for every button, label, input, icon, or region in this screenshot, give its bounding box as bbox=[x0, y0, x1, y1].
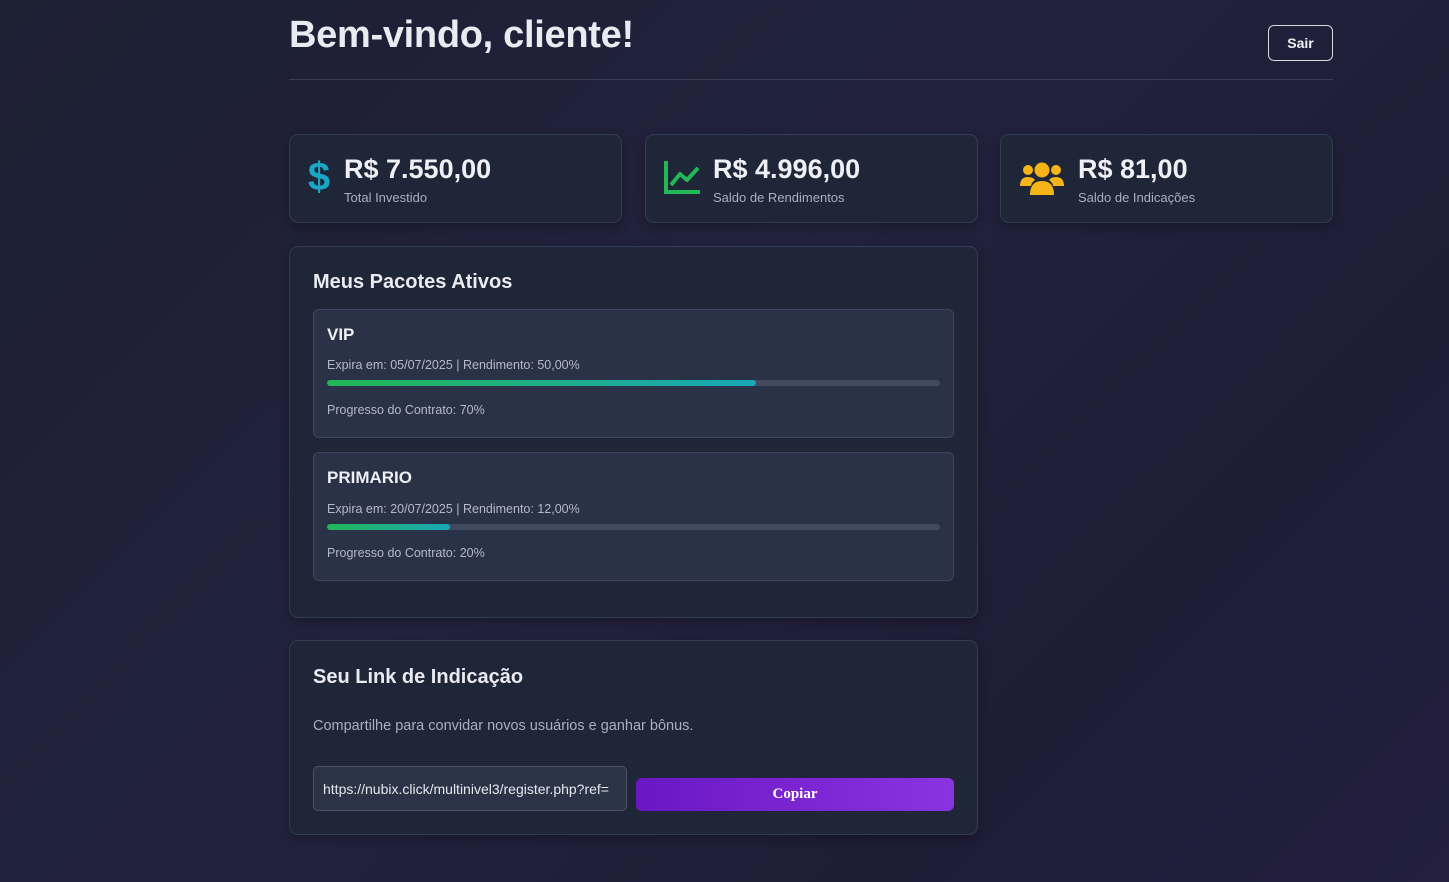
stat-card-referral-balance: R$ 81,00 Saldo de Indicações bbox=[1000, 134, 1333, 223]
copy-button[interactable]: Copiar bbox=[636, 778, 954, 811]
progress-fill bbox=[327, 524, 450, 530]
panel-title: Seu Link de Indicação bbox=[313, 666, 524, 688]
header: Bem-vindo, cliente! Sair bbox=[289, 0, 1333, 80]
stat-card-yield-balance: R$ 4.996,00 Saldo de Rendimentos bbox=[645, 134, 978, 223]
package-card-primario: PRIMARIO Expira em: 20/07/2025 | Rendime… bbox=[313, 452, 954, 581]
chart-line-icon bbox=[663, 159, 701, 200]
stat-value: R$ 7.550,00 bbox=[344, 154, 492, 184]
package-name: PRIMARIO bbox=[327, 468, 412, 487]
referral-panel: Seu Link de Indicação Compartilhe para c… bbox=[289, 640, 978, 835]
stat-card-total-invested: $ R$ 7.550,00 Total Investido bbox=[289, 134, 622, 223]
stat-label: Saldo de Rendimentos bbox=[713, 190, 845, 205]
stat-value: R$ 4.996,00 bbox=[713, 154, 861, 184]
users-icon bbox=[1019, 159, 1065, 202]
stat-value: R$ 81,00 bbox=[1078, 154, 1188, 184]
referral-description: Compartilhe para convidar novos usuários… bbox=[313, 718, 694, 734]
package-info: Expira em: 20/07/2025 | Rendimento: 12,0… bbox=[327, 502, 580, 516]
package-name: VIP bbox=[327, 325, 355, 344]
active-packages-panel: Meus Pacotes Ativos VIP Expira em: 05/07… bbox=[289, 246, 978, 618]
referral-link-input[interactable] bbox=[313, 766, 627, 811]
stat-label: Total Investido bbox=[344, 190, 428, 205]
page-title: Bem-vindo, cliente! bbox=[289, 14, 634, 56]
panel-title: Meus Pacotes Ativos bbox=[313, 271, 513, 293]
dollar-icon: $ bbox=[306, 155, 332, 202]
package-card-vip: VIP Expira em: 05/07/2025 | Rendimento: … bbox=[313, 309, 954, 438]
progress-bar bbox=[327, 524, 940, 530]
stat-label: Saldo de Indicações bbox=[1078, 190, 1196, 205]
logout-button[interactable]: Sair bbox=[1268, 25, 1333, 61]
progress-text: Progresso do Contrato: 70% bbox=[327, 403, 485, 417]
svg-text:$: $ bbox=[308, 157, 330, 197]
progress-fill bbox=[327, 380, 757, 386]
progress-text: Progresso do Contrato: 20% bbox=[327, 546, 485, 560]
package-info: Expira em: 05/07/2025 | Rendimento: 50,0… bbox=[327, 358, 580, 372]
progress-bar bbox=[327, 380, 940, 386]
